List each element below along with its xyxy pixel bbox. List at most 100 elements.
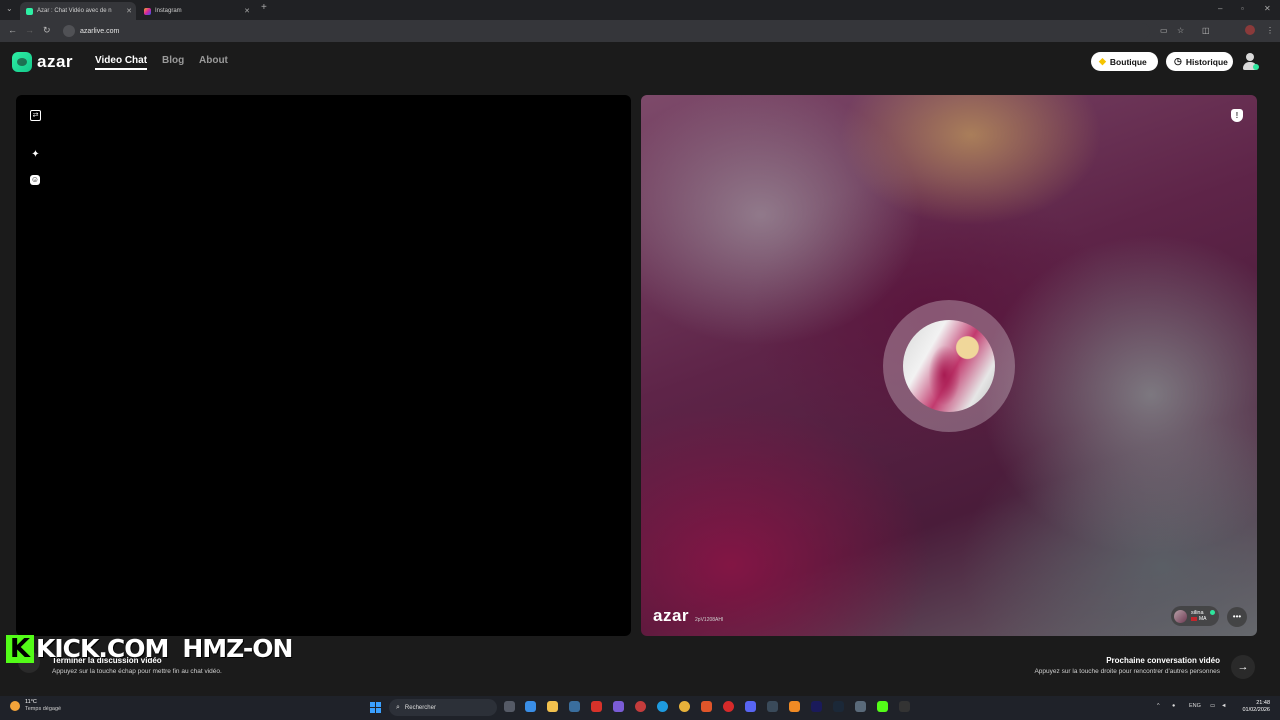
azar-page: azar Video Chat Blog About ◆ Boutique ◷ … xyxy=(0,42,1280,696)
azar-logo-icon xyxy=(12,52,32,72)
cast-icon[interactable]: ▭ xyxy=(1160,26,1168,35)
kick-app-icon[interactable] xyxy=(877,701,888,712)
tab-instagram[interactable]: Instagram ✕ xyxy=(138,2,254,20)
reload-icon[interactable]: ↻ xyxy=(43,25,51,36)
azar-favicon-icon xyxy=(26,7,33,15)
mic-icon[interactable]: ● xyxy=(1172,703,1175,709)
close-tab-icon[interactable]: ✕ xyxy=(244,7,250,15)
next-chat-title: Prochaine conversation vidéo xyxy=(1106,656,1220,665)
report-shield-icon[interactable]: ! xyxy=(1231,109,1243,122)
app-icon[interactable] xyxy=(569,701,580,712)
weather-text: Temps dégagé xyxy=(25,706,62,712)
clock-time: 21:48 xyxy=(1256,700,1270,706)
gem-icon: ◆ xyxy=(1099,56,1106,66)
tab-title: Azar : Chat Vidéo avec de n xyxy=(37,8,112,14)
chrome-icon[interactable] xyxy=(679,701,690,712)
azar-logo[interactable]: azar xyxy=(12,52,73,72)
azar-watermark: azar 2pV1208AHI xyxy=(653,606,723,626)
chat-bubble-icon[interactable]: ••• xyxy=(1227,607,1247,627)
app-icon[interactable] xyxy=(635,701,646,712)
steam-icon[interactable] xyxy=(833,701,844,712)
url-text: azarlive.com xyxy=(80,27,120,35)
bookmark-star-icon[interactable]: ☆ xyxy=(1177,26,1184,35)
watermark-logo: azar xyxy=(653,606,690,625)
close-window-icon[interactable]: ✕ xyxy=(1264,4,1271,13)
weather-widget[interactable]: 11°C Temps dégagé xyxy=(10,699,61,713)
taskbar-clock[interactable]: 21:48 01/02/2026 xyxy=(1242,700,1270,714)
browser-toolbar: ← → ↻ azarlive.com ▭ ☆ ◫ ⋮ xyxy=(0,20,1280,42)
file-explorer-icon[interactable] xyxy=(547,701,558,712)
profile-avatar[interactable] xyxy=(1245,25,1255,35)
verified-dot-icon xyxy=(1210,610,1215,615)
kick-url: KICK.COM xyxy=(36,634,169,663)
face-filter-icon[interactable]: ☺ xyxy=(30,175,40,185)
obs-icon[interactable] xyxy=(899,701,910,712)
channel-name: HMZ-ON xyxy=(182,634,293,663)
peer-avatar xyxy=(903,320,995,412)
clock-date: 01/02/2026 xyxy=(1242,707,1270,713)
user-account-icon[interactable] xyxy=(1242,53,1259,71)
historique-label: Historique xyxy=(1185,56,1228,67)
kick-logo-icon: K xyxy=(6,634,34,663)
close-tab-icon[interactable]: ✕ xyxy=(126,7,132,15)
minimize-icon[interactable]: – xyxy=(1218,4,1222,13)
nav-about[interactable]: About xyxy=(199,55,228,66)
premiere-icon[interactable] xyxy=(811,701,822,712)
logo-text: azar xyxy=(37,52,74,71)
tab-azar[interactable]: Azar : Chat Vidéo avec de n ✕ xyxy=(20,2,136,20)
windows-taskbar: 11°C Temps dégagé ⌕ Rechercher ^ ● ENG ▭… xyxy=(0,696,1280,720)
app-icon[interactable] xyxy=(855,701,866,712)
next-arrow-button[interactable]: → xyxy=(1231,655,1255,679)
end-chat-subtitle: Appuyez sur la touche échap pour mettre … xyxy=(52,668,222,675)
peer-info-chip[interactable]: silina MA xyxy=(1171,606,1219,626)
historique-button[interactable]: ◷ Historique xyxy=(1166,52,1233,71)
extensions-icon[interactable]: ◫ xyxy=(1202,26,1210,35)
discord-icon[interactable] xyxy=(745,701,756,712)
network-icon[interactable]: ▭ xyxy=(1210,703,1215,709)
boutique-button[interactable]: ◆ Boutique xyxy=(1091,52,1158,71)
local-video-panel: ⇄ ✦ ☺ xyxy=(16,95,631,636)
temperature: 11°C xyxy=(25,699,37,705)
next-chat-subtitle: Appuyez sur la touche droite pour rencon… xyxy=(1034,668,1220,675)
sun-icon xyxy=(10,701,20,711)
new-tab-button[interactable]: + xyxy=(261,2,267,13)
app-icon[interactable] xyxy=(591,701,602,712)
clock-icon: ◷ xyxy=(1174,56,1182,66)
volume-icon[interactable]: ◄ xyxy=(1221,703,1226,709)
peer-country: MA xyxy=(1199,616,1207,622)
edge-icon[interactable] xyxy=(657,701,668,712)
search-placeholder: Rechercher xyxy=(404,704,436,711)
peer-mini-avatar xyxy=(1174,609,1187,623)
kick-stream-overlay: K KICK.COM HMZ-ON xyxy=(6,634,293,663)
address-bar[interactable]: azarlive.com xyxy=(60,23,1150,39)
language-indicator[interactable]: ENG xyxy=(1189,703,1201,709)
magic-wand-icon[interactable]: ✦ xyxy=(30,149,41,160)
forward-icon[interactable]: → xyxy=(25,25,34,35)
menu-icon[interactable]: ⋮ xyxy=(1266,26,1274,35)
watermark-id: 2pV1208AHI xyxy=(695,617,724,623)
tab-search-icon[interactable]: ⌄ xyxy=(6,4,13,13)
nav-blog[interactable]: Blog xyxy=(162,55,184,66)
calendar-app-icon[interactable] xyxy=(525,701,536,712)
maximize-icon[interactable]: ▫ xyxy=(1241,4,1244,13)
search-icon: ⌕ xyxy=(396,703,400,711)
brave-icon[interactable] xyxy=(701,701,712,712)
back-icon[interactable]: ← xyxy=(8,25,17,35)
tab-title: Instagram xyxy=(155,8,182,14)
app-icon[interactable] xyxy=(723,701,734,712)
nav-video-chat[interactable]: Video Chat xyxy=(95,55,148,70)
taskbar-search[interactable]: ⌕ Rechercher xyxy=(389,699,497,716)
browser-tabstrip: ⌄ Azar : Chat Vidéo avec de n ✕ Instagra… xyxy=(0,0,1280,20)
app-icon[interactable] xyxy=(767,701,778,712)
site-info-icon[interactable] xyxy=(63,25,75,37)
boutique-label: Boutique xyxy=(1109,56,1147,67)
app-icon[interactable] xyxy=(613,701,624,712)
task-view-icon[interactable] xyxy=(504,701,515,712)
app-icon[interactable] xyxy=(789,701,800,712)
instagram-favicon-icon xyxy=(144,7,151,15)
morocco-flag-icon xyxy=(1191,616,1197,621)
switch-camera-icon[interactable]: ⇄ xyxy=(30,110,41,121)
windows-start-icon[interactable] xyxy=(370,702,381,713)
remote-video-panel: ! azar 2pV1208AHI silina MA ••• xyxy=(641,95,1257,636)
tray-chevron-icon[interactable]: ^ xyxy=(1157,703,1160,709)
